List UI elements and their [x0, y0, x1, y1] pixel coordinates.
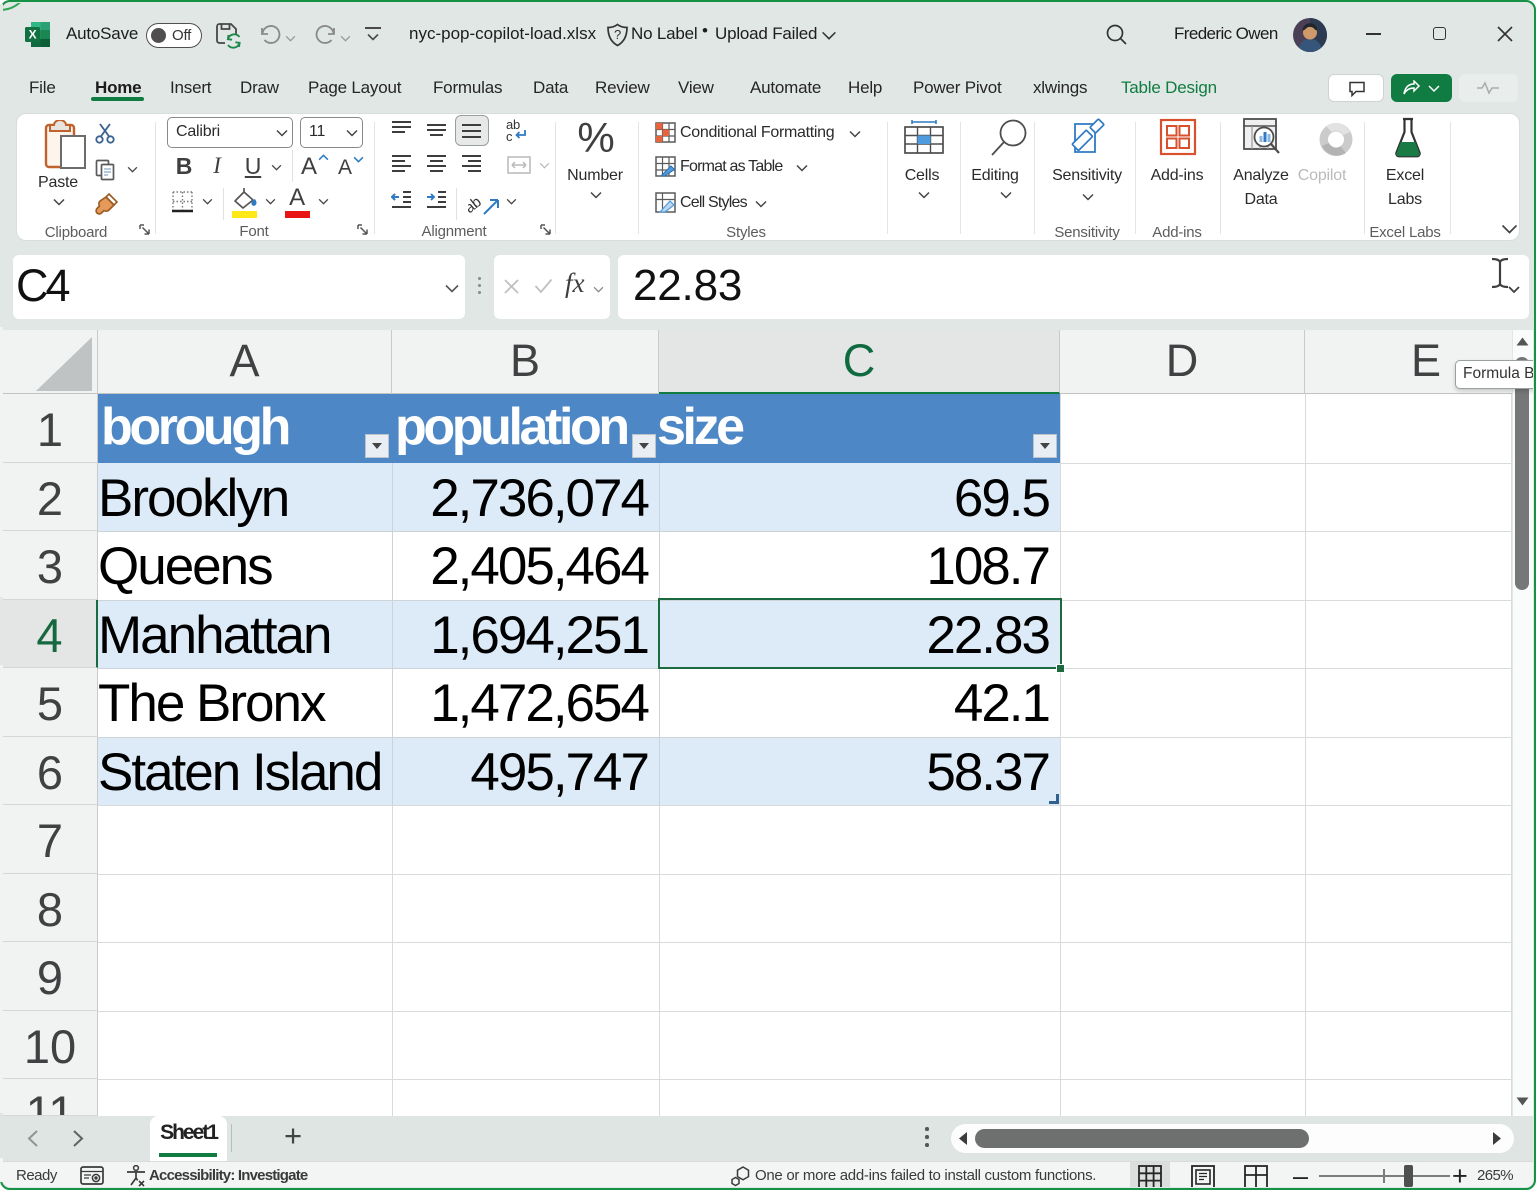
svg-text:ab: ab	[468, 193, 485, 216]
svg-text:X: X	[29, 28, 37, 42]
svg-text:c: c	[506, 129, 513, 144]
svg-text:?: ?	[614, 27, 621, 42]
